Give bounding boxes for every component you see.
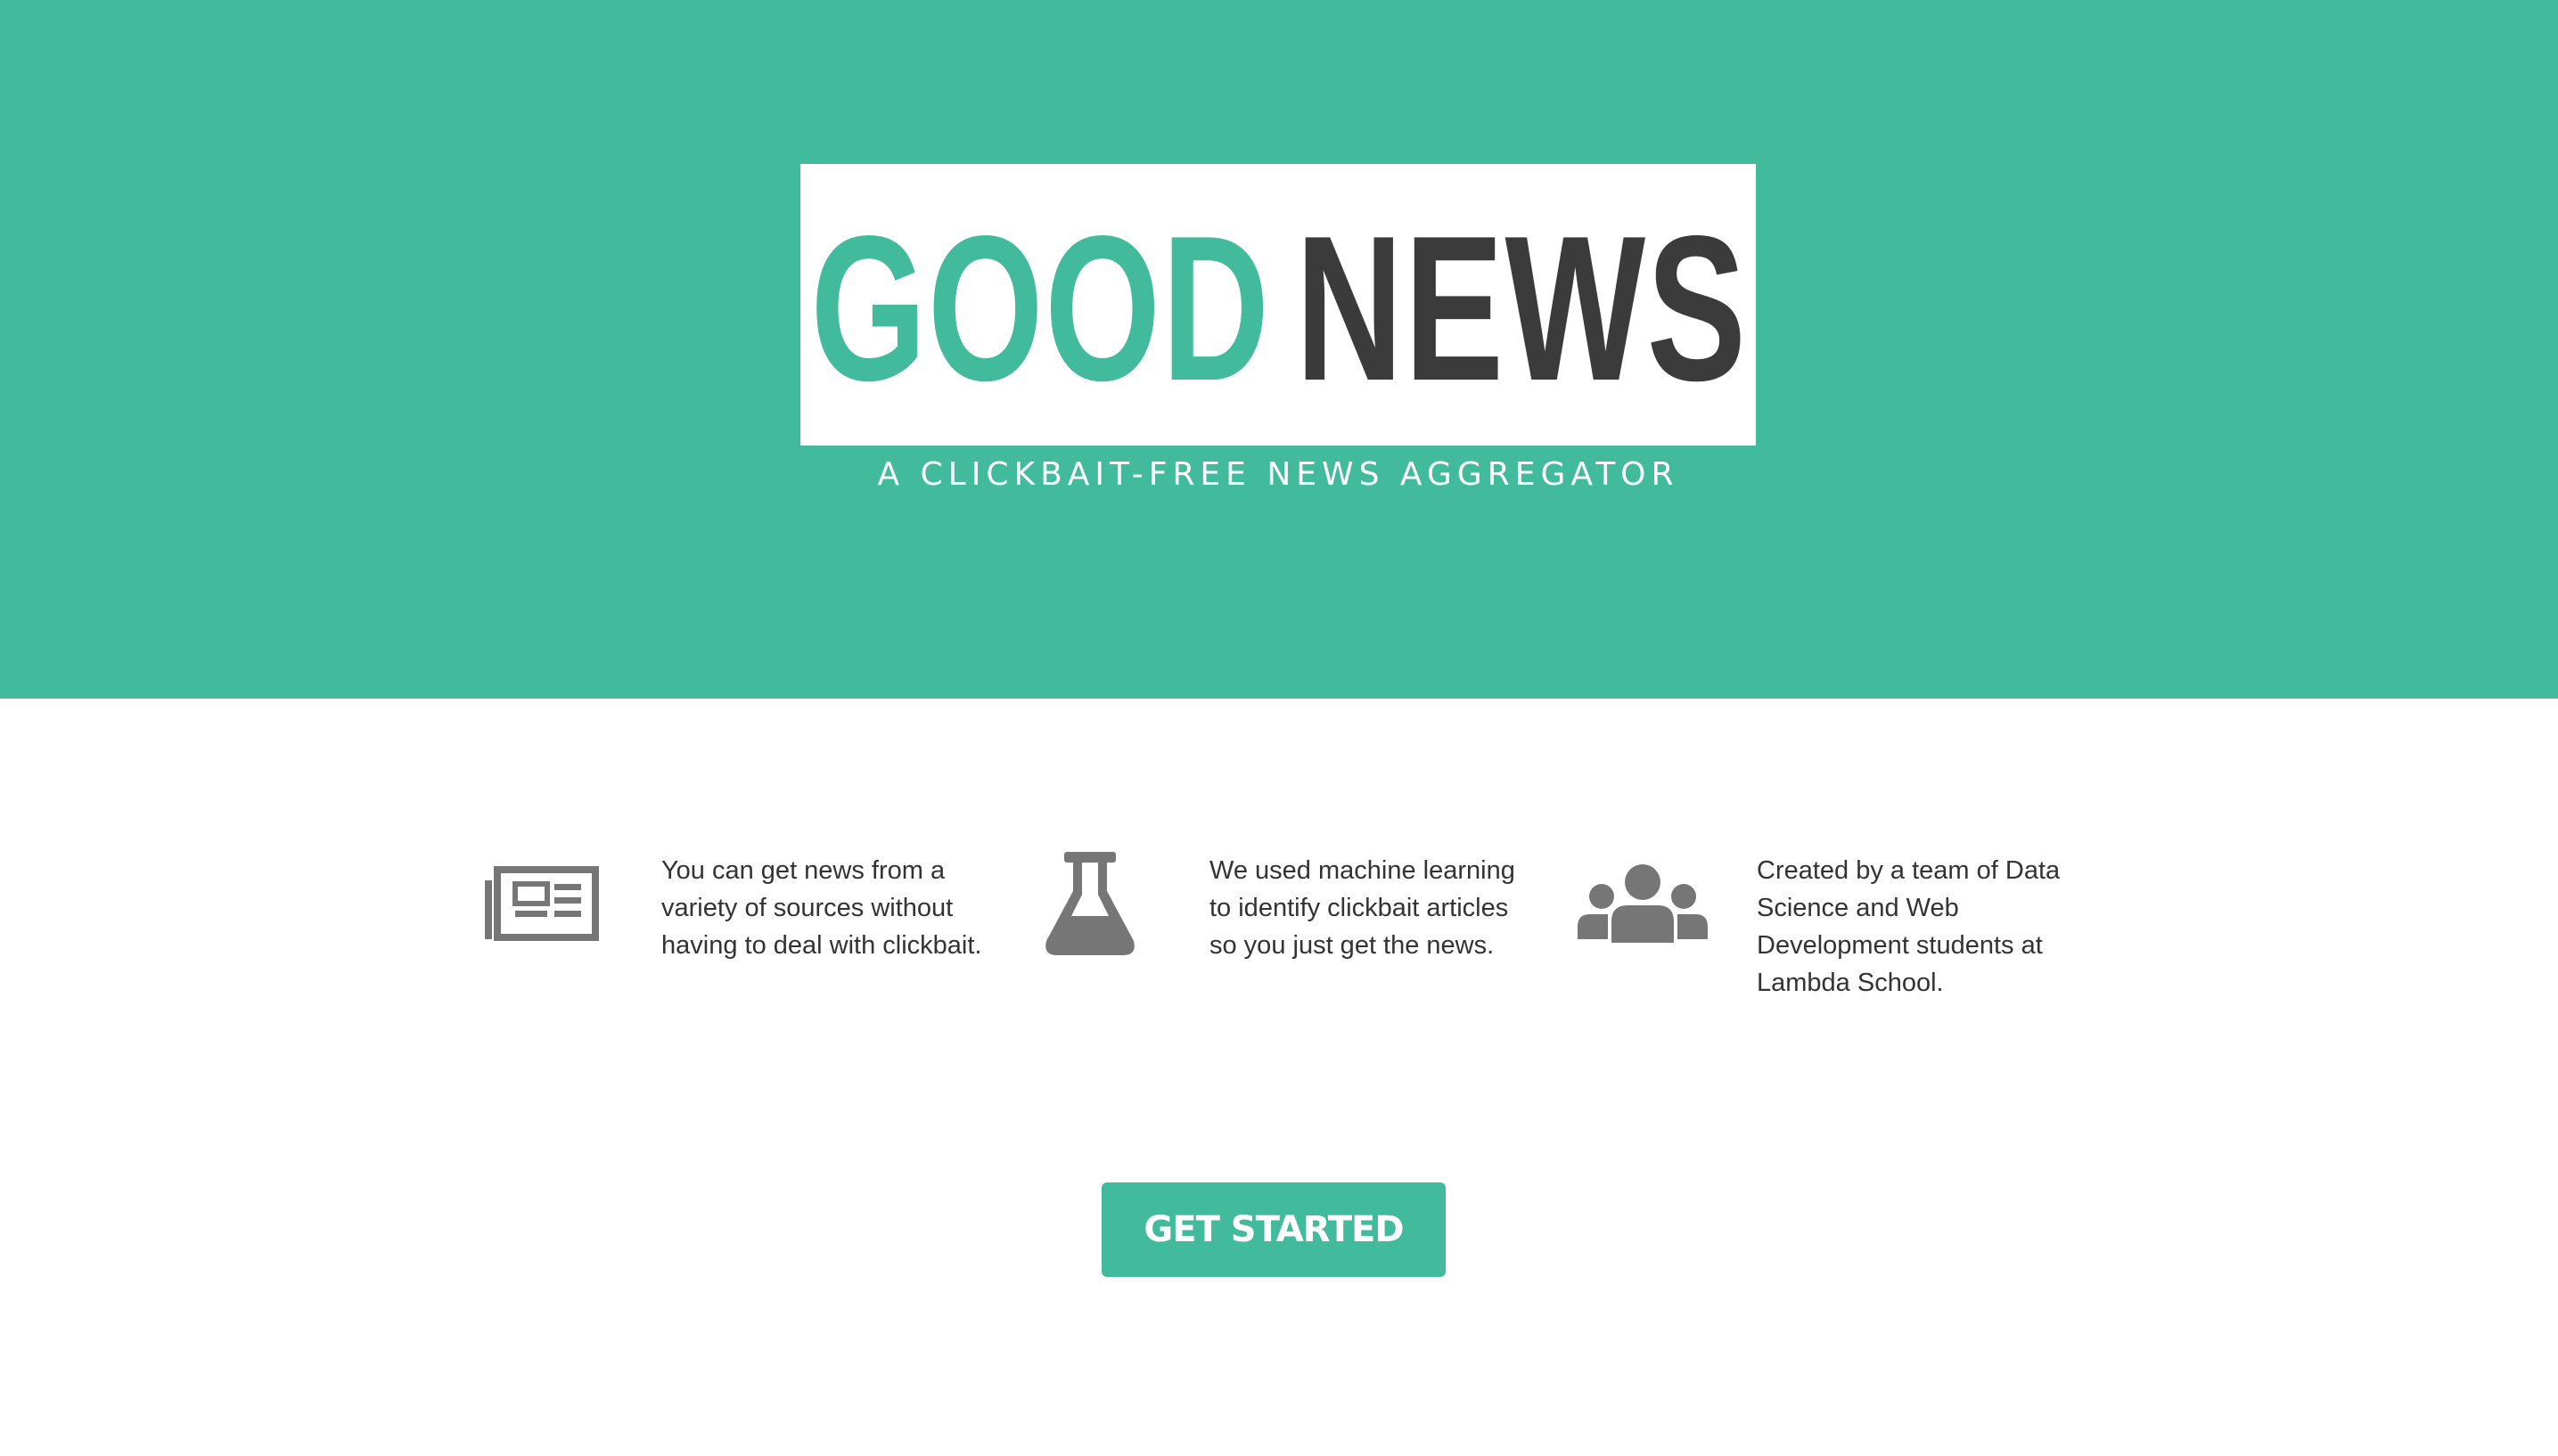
hero-section: GOOD NEWS A CLICKBAIT-FREE NEWS AGGREGAT… xyxy=(0,0,2558,699)
newspaper-icon xyxy=(485,866,599,941)
logo: GOOD NEWS xyxy=(721,206,1836,413)
flask-icon xyxy=(1045,852,1135,955)
logo-word-news: NEWS xyxy=(1296,193,1748,424)
logo-word-good: GOOD xyxy=(809,193,1271,424)
logo-box: GOOD NEWS xyxy=(800,164,1756,446)
get-started-button[interactable]: GET STARTED xyxy=(1102,1182,1446,1277)
features-section: You can get news from a variety of sourc… xyxy=(0,838,2558,1034)
feature-text-machine-learning: We used machine learning to identify cli… xyxy=(1209,856,1515,960)
users-icon xyxy=(1578,864,1708,943)
feature-text-sources: You can get news from a variety of sourc… xyxy=(661,856,982,960)
tagline: A CLICKBAIT-FREE NEWS AGGREGATOR xyxy=(877,456,1679,493)
feature-text-team: Created by a team of Data Science and We… xyxy=(1757,856,2061,997)
